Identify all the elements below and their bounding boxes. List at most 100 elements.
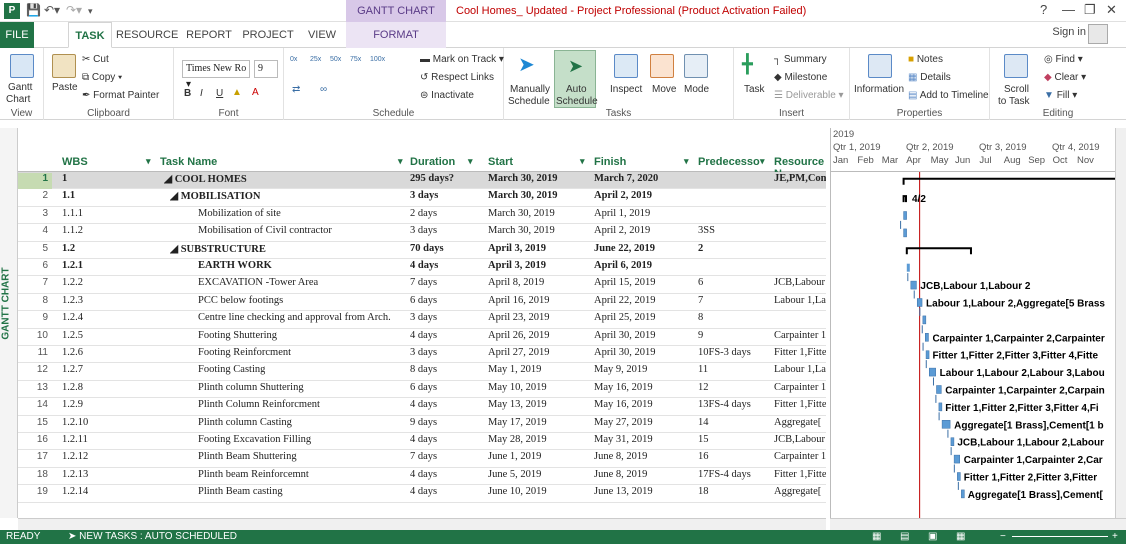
- task-name-filter-icon[interactable]: ▾: [398, 156, 403, 167]
- information-button[interactable]: Information: [854, 84, 904, 95]
- clear-button[interactable]: ◆ Clear ▾: [1044, 72, 1086, 83]
- task-bar[interactable]: [957, 472, 961, 481]
- table-row[interactable]: 13 1.2.8 Plinth column Shuttering 6 days May…: [18, 381, 826, 399]
- duration-cell[interactable]: 4 days: [410, 469, 437, 480]
- finish-cell[interactable]: June 8, 2019: [594, 469, 647, 480]
- row-number[interactable]: 15: [18, 417, 52, 433]
- task-name-cell[interactable]: Plinth Beam Shuttering: [198, 451, 297, 462]
- tab-report[interactable]: REPORT: [184, 22, 234, 48]
- sign-in-link[interactable]: Sign in: [1052, 26, 1086, 38]
- task-bar[interactable]: [906, 263, 910, 272]
- duration-cell[interactable]: 4 days: [410, 399, 437, 410]
- start-cell[interactable]: April 26, 2019: [488, 330, 550, 341]
- finish-cell[interactable]: May 16, 2019: [594, 382, 653, 393]
- duration-cell[interactable]: 6 days: [410, 382, 437, 393]
- bold-button[interactable]: B: [184, 88, 191, 99]
- to-task-label[interactable]: to Task: [998, 96, 1030, 107]
- wbs-cell[interactable]: 1.2.14: [62, 486, 88, 497]
- summary-bar[interactable]: [905, 247, 972, 255]
- finish-cell[interactable]: April 30, 2019: [594, 347, 656, 358]
- finish-cell[interactable]: April 30, 2019: [594, 330, 656, 341]
- fill-button[interactable]: ▼ Fill ▾: [1044, 90, 1077, 101]
- duration-cell[interactable]: 3 days: [410, 190, 438, 201]
- task-bar[interactable]: [936, 385, 942, 394]
- duration-cell[interactable]: 4 days: [410, 260, 438, 271]
- wbs-cell[interactable]: 1.2.3: [62, 295, 83, 306]
- finish-cell[interactable]: June 13, 2019: [594, 486, 653, 497]
- resource-cell[interactable]: JCB,Labour: [774, 434, 825, 445]
- predecessors-cell[interactable]: 9: [698, 330, 703, 341]
- col-header-task-name[interactable]: Task Name: [160, 156, 217, 168]
- table-row[interactable]: 2 1.1 ◢ MOBILISATION 3 days March 30, 2019 Ap…: [18, 189, 826, 207]
- duration-cell[interactable]: 2 days: [410, 208, 437, 219]
- wbs-cell[interactable]: 1.2.4: [62, 312, 83, 323]
- customize-quick-access-icon[interactable]: ▾: [88, 6, 93, 17]
- duration-cell[interactable]: 3 days: [410, 225, 437, 236]
- duration-cell[interactable]: 4 days: [410, 330, 437, 341]
- inspect-icon[interactable]: [614, 54, 638, 78]
- finish-cell[interactable]: May 16, 2019: [594, 399, 653, 410]
- scroll-label[interactable]: Scroll: [1004, 84, 1029, 95]
- start-cell[interactable]: March 30, 2019: [488, 173, 558, 184]
- resource-cell[interactable]: JCB,Labour: [774, 277, 825, 288]
- manually-schedule-label-2[interactable]: Schedule: [508, 96, 550, 107]
- table-row[interactable]: 9 1.2.4 Centre line checking and approval …: [18, 311, 826, 329]
- link-tasks-icon[interactable]: ∞: [320, 84, 327, 95]
- duration-cell[interactable]: 3 days: [410, 347, 437, 358]
- start-cell[interactable]: April 3, 2019: [488, 260, 546, 271]
- duration-cell[interactable]: 4 days: [410, 434, 437, 445]
- resource-cell[interactable]: Fitter 1,Fitte: [774, 347, 826, 358]
- duration-cell[interactable]: 4 days: [410, 486, 437, 497]
- task-name-cell[interactable]: ◢ SUBSTRUCTURE: [170, 243, 266, 255]
- table-row[interactable]: 17 1.2.12 Plinth Beam Shuttering 7 days June…: [18, 450, 826, 468]
- row-number[interactable]: 17: [18, 451, 52, 467]
- gantt-chart-icon[interactable]: [10, 54, 34, 78]
- task-bar[interactable]: [961, 489, 965, 499]
- row-number[interactable]: 11: [18, 347, 52, 363]
- pct-25-button[interactable]: 25x: [310, 56, 321, 63]
- task-name-cell[interactable]: Footing Excavation Filling: [198, 434, 311, 445]
- gantt-view-shortcut-icon[interactable]: ▦: [872, 530, 881, 544]
- project-summary-bar[interactable]: [902, 177, 1115, 185]
- start-cell[interactable]: April 3, 2019: [488, 243, 546, 254]
- tab-project[interactable]: PROJECT: [240, 22, 296, 48]
- resource-cell[interactable]: Labour 1,La: [774, 295, 826, 306]
- copy-button[interactable]: ⧉ Copy ▾: [82, 72, 122, 83]
- task-bar[interactable]: [929, 367, 936, 377]
- wbs-cell[interactable]: 1.2.11: [62, 434, 88, 445]
- move-icon[interactable]: [650, 54, 674, 78]
- task-name-cell[interactable]: Mobilisation of Civil contractor: [198, 225, 332, 236]
- pin-icon[interactable]: ➤: [518, 52, 535, 77]
- table-row[interactable]: 12 1.2.7 Footing Casting 8 days May 1, 2019 M…: [18, 363, 826, 381]
- predecessors-cell[interactable]: 6: [698, 277, 703, 288]
- inspect-button[interactable]: Inspect: [610, 84, 642, 95]
- duration-cell[interactable]: 3 days: [410, 312, 437, 323]
- tab-view[interactable]: VIEW: [304, 22, 340, 48]
- start-cell[interactable]: March 30, 2019: [488, 190, 558, 201]
- task-name-cell[interactable]: Footing Shuttering: [198, 330, 277, 341]
- predecessors-cell[interactable]: 10FS-3 days: [698, 347, 751, 358]
- start-cell[interactable]: April 8, 2019: [488, 277, 544, 288]
- task-bar[interactable]: [925, 350, 930, 359]
- task-name-cell[interactable]: Mobilization of site: [198, 208, 281, 219]
- task-name-cell[interactable]: EARTH WORK: [198, 260, 272, 271]
- col-header-wbs[interactable]: WBS: [62, 156, 88, 168]
- row-number[interactable]: 12: [18, 364, 52, 380]
- table-row[interactable]: 18 1.2.13 Plinth beam Reinforcemnt 4 days Ju…: [18, 468, 826, 486]
- wbs-cell[interactable]: 1.2.1: [62, 260, 83, 271]
- duration-cell[interactable]: 7 days: [410, 451, 437, 462]
- col-header-predecessors[interactable]: Predecesso: [698, 156, 760, 168]
- minimize-button[interactable]: —: [1062, 2, 1075, 17]
- manually-schedule-label[interactable]: Manually: [510, 84, 550, 95]
- col-header-duration[interactable]: Duration: [410, 156, 455, 168]
- finish-filter-icon[interactable]: ▾: [684, 156, 689, 167]
- summary-bar[interactable]: [902, 195, 907, 203]
- insert-task-icon[interactable]: ╋: [742, 54, 753, 75]
- duration-cell[interactable]: 70 days: [410, 243, 444, 254]
- row-number[interactable]: 19: [18, 486, 52, 502]
- task-bar[interactable]: [953, 454, 960, 464]
- milestone-button[interactable]: ◆ Milestone: [774, 72, 827, 83]
- italic-button[interactable]: I: [200, 88, 203, 99]
- wbs-cell[interactable]: 1.1.2: [62, 225, 83, 236]
- zoom-out-icon[interactable]: −: [1000, 530, 1006, 544]
